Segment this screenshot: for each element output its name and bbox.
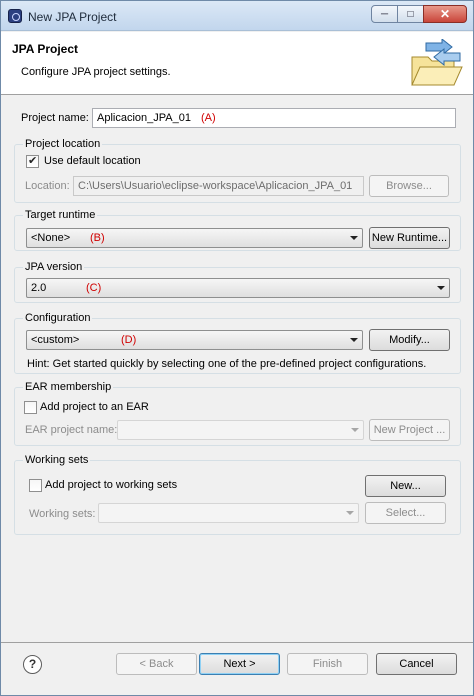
browse-button[interactable]: Browse... [369,175,449,197]
next-button[interactable]: Next > [199,653,280,675]
jpa-version-select[interactable]: 2.0 (C) [26,278,450,298]
finish-button[interactable]: Finish [287,653,368,675]
window-title: New JPA Project [28,10,117,24]
chevron-down-icon [351,428,359,432]
project-name-input[interactable]: Aplicacion_JPA_01 (A) [92,108,456,128]
new-working-set-button[interactable]: New... [365,475,446,497]
jpa-version-value: 2.0 [31,282,47,294]
eclipse-icon [8,9,22,23]
wizard-header: JPA Project Configure JPA project settin… [1,32,473,95]
working-sets-label: Working sets: [29,508,96,520]
annotation-d: (D) [121,334,137,346]
target-runtime-select[interactable]: <None> (B) [26,228,363,248]
project-name-label: Project name: [21,112,89,124]
chevron-down-icon [437,286,445,290]
target-runtime-title: Target runtime [23,209,98,221]
maximize-button[interactable]: □ [397,5,424,23]
ear-membership-title: EAR membership [23,381,114,393]
target-runtime-value: <None> [31,232,71,244]
page-title: JPA Project [12,42,79,56]
chevron-down-icon [350,236,358,240]
ear-project-name-select[interactable] [117,420,364,440]
minimize-button[interactable]: ─ [371,5,398,23]
location-input[interactable]: C:\Users\Usuario\eclipse-workspace\Aplic… [73,176,364,196]
help-icon[interactable]: ? [23,655,42,674]
annotation-c: (C) [86,282,102,294]
add-to-ear-label: Add project to an EAR [40,401,149,413]
modify-button[interactable]: Modify... [369,329,450,351]
close-button[interactable]: ✕ [423,5,467,23]
working-sets-title: Working sets [23,454,91,466]
new-project-wizard-icon [411,39,463,86]
configuration-hint: Hint: Get started quickly by selecting o… [27,358,427,370]
page-description: Configure JPA project settings. [21,66,171,78]
add-to-working-sets-checkbox[interactable] [29,479,42,492]
configuration-title: Configuration [23,312,93,324]
title-bar[interactable]: New JPA Project ─ □ ✕ [1,1,473,31]
footer-divider [1,642,473,643]
working-sets-select[interactable] [98,503,359,523]
window-controls: ─ □ ✕ [371,5,467,23]
chevron-down-icon [346,511,354,515]
new-jpa-project-dialog: New JPA Project ─ □ ✕ JPA Project Config… [0,0,474,696]
cancel-button[interactable]: Cancel [376,653,457,675]
project-name-value: Aplicacion_JPA_01 [97,112,191,124]
configuration-select[interactable]: <custom> (D) [26,330,363,350]
location-label: Location: [25,180,70,192]
add-to-ear-checkbox[interactable] [24,401,37,414]
ear-project-name-label: EAR project name: [25,424,118,436]
back-button[interactable]: < Back [116,653,197,675]
jpa-version-title: JPA version [23,261,85,273]
new-ear-project-button[interactable]: New Project ... [369,419,450,441]
annotation-b: (B) [90,232,105,244]
use-default-location-checkbox[interactable] [26,154,39,168]
select-working-sets-button[interactable]: Select... [365,502,446,524]
configuration-value: <custom> [31,334,80,346]
use-default-location-label: Use default location [44,155,141,167]
add-to-working-sets-label: Add project to working sets [45,479,178,491]
chevron-down-icon [350,338,358,342]
new-runtime-button[interactable]: New Runtime... [369,227,450,249]
project-location-title: Project location [23,138,103,150]
annotation-a: (A) [201,112,216,124]
